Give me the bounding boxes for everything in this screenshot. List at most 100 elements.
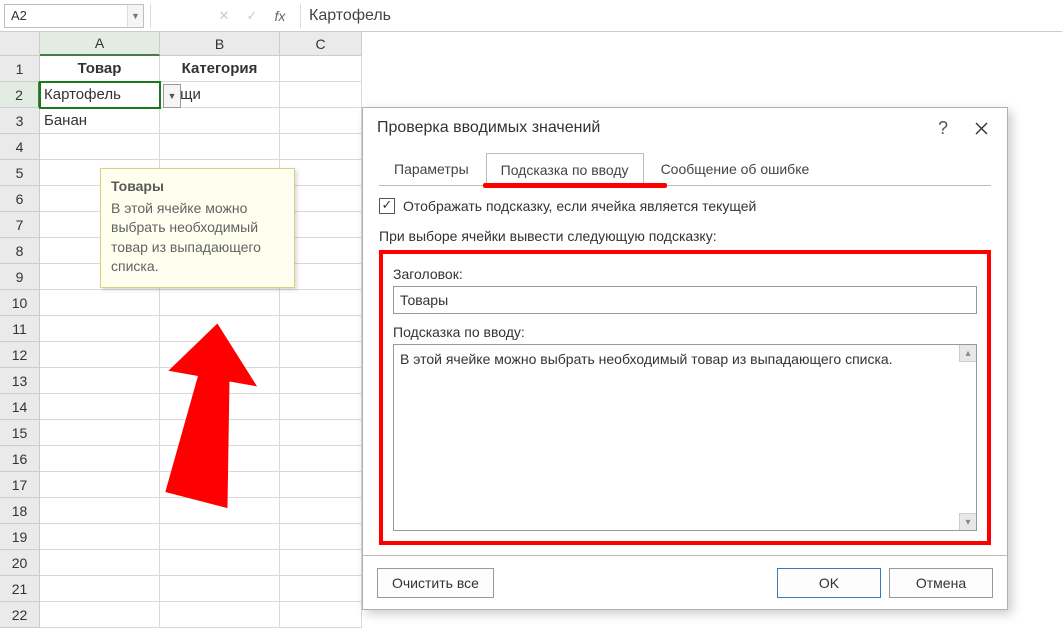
row-head-18[interactable]: 18	[0, 498, 40, 524]
row-head-10[interactable]: 10	[0, 290, 40, 316]
cell-A14[interactable]	[40, 394, 160, 420]
cell-A17[interactable]	[40, 472, 160, 498]
cell-A10[interactable]	[40, 290, 160, 316]
fx-button[interactable]: fx	[266, 4, 294, 28]
cell-C2[interactable]	[280, 82, 362, 108]
cell-B16[interactable]	[160, 446, 280, 472]
scroll-up-icon[interactable]: ▴	[959, 345, 976, 362]
cell-B21[interactable]	[160, 576, 280, 602]
cell-B18[interactable]	[160, 498, 280, 524]
row-head-7[interactable]: 7	[0, 212, 40, 238]
cell-C12[interactable]	[280, 342, 362, 368]
cell-B12[interactable]	[160, 342, 280, 368]
cell-B11[interactable]	[160, 316, 280, 342]
cell-C16[interactable]	[280, 446, 362, 472]
cell-A21[interactable]	[40, 576, 160, 602]
name-box[interactable]: A2 ▼	[4, 4, 144, 28]
cell-B15[interactable]	[160, 420, 280, 446]
cell-A20[interactable]	[40, 550, 160, 576]
cell-C19[interactable]	[280, 524, 362, 550]
cell-A12[interactable]	[40, 342, 160, 368]
cell-A11[interactable]	[40, 316, 160, 342]
formula-text: Картофель	[309, 7, 391, 25]
cell-A19[interactable]	[40, 524, 160, 550]
dialog-help-button[interactable]: ?	[929, 116, 957, 140]
clear-all-button[interactable]: Очистить все	[377, 568, 494, 598]
cell-B17[interactable]	[160, 472, 280, 498]
cell-A16[interactable]	[40, 446, 160, 472]
ok-button[interactable]: OK	[777, 568, 881, 598]
cell-B3[interactable]	[160, 108, 280, 134]
show-message-checkbox[interactable]	[379, 198, 395, 214]
data-validation-dropdown[interactable]: ▼	[163, 84, 181, 108]
title-input[interactable]: Товары	[393, 286, 977, 314]
cell-B14[interactable]	[160, 394, 280, 420]
cell-A2[interactable]: Картофель	[40, 82, 160, 108]
cell-C11[interactable]	[280, 316, 362, 342]
cell-B10[interactable]	[160, 290, 280, 316]
cell-reference: A2	[5, 8, 127, 23]
cell-C18[interactable]	[280, 498, 362, 524]
cell-A4[interactable]	[40, 134, 160, 160]
cell-C15[interactable]	[280, 420, 362, 446]
col-head-B[interactable]: B	[160, 32, 280, 56]
cell-B1[interactable]: Категория	[160, 56, 280, 82]
dialog-footer: Очистить все OK Отмена	[363, 555, 1007, 609]
cell-B22[interactable]	[160, 602, 280, 628]
row-head-1[interactable]: 1	[0, 56, 40, 82]
cell-C10[interactable]	[280, 290, 362, 316]
cell-C21[interactable]	[280, 576, 362, 602]
name-box-dropdown[interactable]: ▼	[127, 5, 143, 27]
row-head-20[interactable]: 20	[0, 550, 40, 576]
row-head-5[interactable]: 5	[0, 160, 40, 186]
section-label: При выборе ячейки вывести следующую подс…	[379, 228, 991, 244]
col-head-C[interactable]: C	[280, 32, 362, 56]
tab-red-underline	[483, 183, 667, 188]
cell-C3[interactable]	[280, 108, 362, 134]
cell-B20[interactable]	[160, 550, 280, 576]
message-textarea[interactable]: В этой ячейке можно выбрать необходимый …	[393, 344, 977, 531]
cancel-button[interactable]: Отмена	[889, 568, 993, 598]
row-head-13[interactable]: 13	[0, 368, 40, 394]
cell-B4[interactable]	[160, 134, 280, 160]
cell-C17[interactable]	[280, 472, 362, 498]
row-head-11[interactable]: 11	[0, 316, 40, 342]
row-head-8[interactable]: 8	[0, 238, 40, 264]
formula-bar: A2 ▼ ✕ ✓ fx Картофель	[0, 0, 1062, 32]
col-head-A[interactable]: A	[40, 32, 160, 56]
row-head-15[interactable]: 15	[0, 420, 40, 446]
dialog-close-button[interactable]	[967, 116, 995, 140]
cell-A18[interactable]	[40, 498, 160, 524]
row-head-9[interactable]: 9	[0, 264, 40, 290]
scroll-down-icon[interactable]: ▾	[959, 513, 976, 530]
cell-C20[interactable]	[280, 550, 362, 576]
cell-A15[interactable]	[40, 420, 160, 446]
cell-A22[interactable]	[40, 602, 160, 628]
tab-input-message[interactable]: Подсказка по вводу	[486, 153, 644, 186]
cell-C22[interactable]	[280, 602, 362, 628]
tab-parameters[interactable]: Параметры	[379, 152, 484, 185]
row-head-19[interactable]: 19	[0, 524, 40, 550]
row-head-14[interactable]: 14	[0, 394, 40, 420]
row-head-16[interactable]: 16	[0, 446, 40, 472]
cell-A3[interactable]: Банан	[40, 108, 160, 134]
cell-C13[interactable]	[280, 368, 362, 394]
formula-input[interactable]: Картофель	[300, 4, 1062, 28]
row-head-12[interactable]: 12	[0, 342, 40, 368]
row-head-22[interactable]: 22	[0, 602, 40, 628]
row-head-2[interactable]: 2	[0, 82, 40, 108]
cell-B19[interactable]	[160, 524, 280, 550]
select-all-corner[interactable]	[0, 32, 40, 56]
cell-A13[interactable]	[40, 368, 160, 394]
row-head-17[interactable]: 17	[0, 472, 40, 498]
cell-C1[interactable]	[280, 56, 362, 82]
row-head-21[interactable]: 21	[0, 576, 40, 602]
cell-C4[interactable]	[280, 134, 362, 160]
row-head-4[interactable]: 4	[0, 134, 40, 160]
tab-error-alert[interactable]: Сообщение об ошибке	[646, 152, 825, 185]
cell-B13[interactable]	[160, 368, 280, 394]
row-head-6[interactable]: 6	[0, 186, 40, 212]
cell-C14[interactable]	[280, 394, 362, 420]
row-head-3[interactable]: 3	[0, 108, 40, 134]
cell-A1[interactable]: Товар	[40, 56, 160, 82]
